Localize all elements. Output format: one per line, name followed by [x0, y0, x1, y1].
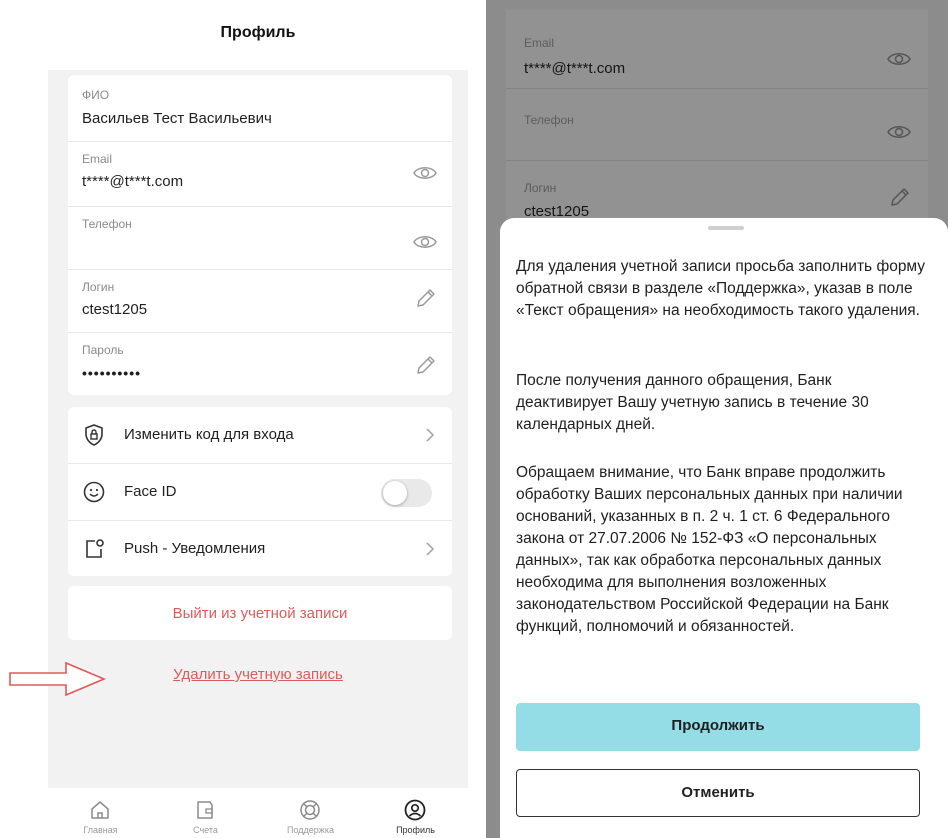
wallet-icon: [197, 801, 213, 819]
tab-profile[interactable]: Профиль: [363, 788, 468, 838]
email-value: t****@t***t.com: [82, 173, 184, 190]
login-field: Логин ctest1205: [68, 270, 452, 332]
tab-support-label: Поддержка: [287, 825, 334, 835]
email-value: t****@t***t.com: [524, 60, 626, 77]
home-icon: [91, 801, 109, 819]
tab-support[interactable]: Поддержка: [258, 788, 363, 838]
chevron-right-icon: [426, 428, 435, 442]
lock-shield-icon: [85, 424, 103, 446]
profile-info-card: ФИО Васильев Тест Васильевич Email t****…: [68, 75, 452, 395]
pencil-icon[interactable]: [412, 353, 438, 379]
eye-icon: [887, 126, 911, 138]
profile-icon: [404, 799, 426, 821]
tab-accounts[interactable]: Счета: [153, 788, 258, 838]
profile-screen: Профиль ФИО Васильев Тест Васильевич Ema…: [48, 0, 468, 838]
top-bar: Профиль: [48, 0, 468, 70]
lifebuoy-icon: [300, 800, 320, 820]
fio-field: ФИО Васильев Тест Васильевич: [68, 75, 452, 141]
email-label: Email: [524, 36, 555, 50]
logout-label: Выйти из учетной записи: [172, 605, 348, 622]
delete-account-sheet: Для удаления учетной записи просьба запо…: [500, 218, 948, 838]
info-paragraph-1: Для удаления учетной записи просьба запо…: [516, 258, 926, 319]
email-label: Email: [82, 152, 113, 166]
password-field: Пароль ••••••••••: [68, 333, 452, 395]
tab-accounts-label: Счета: [193, 825, 218, 835]
phone-label: Телефон: [524, 113, 574, 127]
face-id-label: Face ID: [124, 483, 177, 500]
tab-home[interactable]: Главная: [48, 788, 153, 838]
logout-button[interactable]: Выйти из учетной записи: [68, 586, 452, 640]
push-notification-icon: [86, 539, 104, 558]
dimmed-profile-card: Email t****@t***t.com Телефон Логин ctes…: [506, 10, 928, 230]
settings-menu-card: Изменить код для входа Face ID Push - Ув…: [68, 407, 452, 576]
change-code-row[interactable]: Изменить код для входа: [68, 407, 452, 463]
pencil-icon[interactable]: [412, 286, 438, 312]
phone-label: Телефон: [82, 217, 132, 231]
toggle-knob: [383, 481, 407, 505]
red-arrow-icon: [9, 661, 107, 697]
email-field: Email t****@t***t.com: [68, 142, 452, 206]
password-value: ••••••••••: [82, 365, 142, 381]
tab-home-label: Главная: [83, 825, 118, 835]
smile-icon: [83, 481, 105, 503]
page-title: Профиль: [220, 24, 296, 41]
info-paragraph-3: Обращаем внимание, что Банк вправе продо…: [516, 464, 903, 635]
fio-label: ФИО: [82, 88, 110, 102]
fio-value: Васильев Тест Васильевич: [82, 110, 272, 127]
sheet-grab-handle[interactable]: [708, 226, 744, 230]
face-id-toggle[interactable]: [381, 479, 432, 507]
eye-icon[interactable]: [412, 160, 438, 186]
eye-icon: [887, 53, 911, 65]
delete-account-screen: Email t****@t***t.com Телефон Логин ctes…: [486, 0, 948, 838]
cancel-label: Отменить: [681, 784, 755, 801]
login-label: Логин: [524, 181, 557, 195]
info-paragraph-2: После получения данного обращения, Банк …: [516, 372, 869, 433]
delete-account-link[interactable]: Удалить учетную запись: [48, 666, 468, 683]
face-id-row: Face ID: [68, 464, 452, 520]
push-notifications-row[interactable]: Push - Уведомления: [68, 521, 452, 577]
password-label: Пароль: [82, 343, 124, 357]
tab-bar: Главная Счета Поддержка Профиль: [48, 788, 468, 838]
login-value: ctest1205: [82, 301, 148, 318]
change-code-label: Изменить код для входа: [124, 426, 294, 443]
continue-label: Продолжить: [671, 717, 765, 734]
continue-button[interactable]: Продолжить: [516, 703, 920, 751]
phone-field: Телефон: [68, 207, 452, 269]
push-label: Push - Уведомления: [124, 540, 266, 557]
phone-field: Телефон: [506, 89, 928, 159]
eye-icon[interactable]: [412, 229, 438, 255]
email-field: Email t****@t***t.com: [506, 10, 928, 80]
login-label: Логин: [82, 280, 115, 294]
pencil-icon: [891, 188, 909, 206]
tab-profile-label: Профиль: [396, 825, 435, 835]
cancel-button[interactable]: Отменить: [516, 769, 920, 817]
chevron-right-icon: [426, 542, 435, 556]
